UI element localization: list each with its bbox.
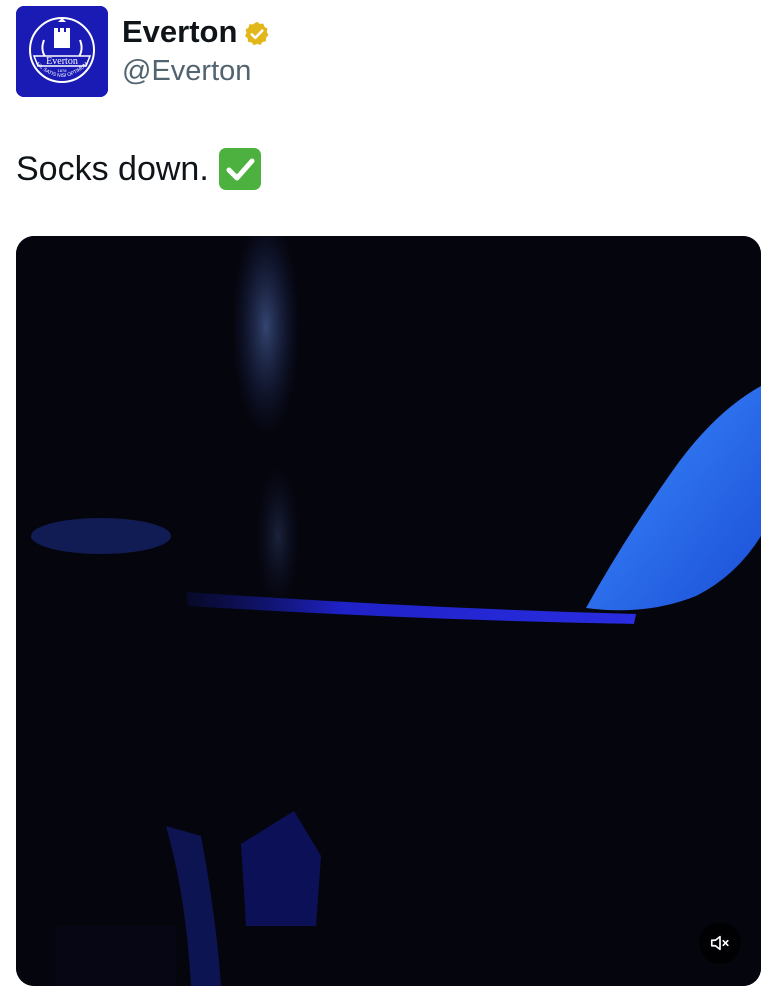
display-name-text[interactable]: Everton (122, 12, 237, 52)
tweet-text-body: Socks down. (16, 150, 209, 188)
mute-toggle-button[interactable] (699, 922, 741, 964)
speaker-muted-icon (710, 935, 729, 951)
video-player[interactable] (16, 236, 761, 986)
avatar[interactable]: Everton 1878 NIL SATIS NISI OPTIMUM (16, 6, 108, 97)
verified-gold-badge-icon[interactable] (243, 18, 271, 46)
svg-text:Everton: Everton (46, 56, 78, 67)
check-mark-button-emoji (218, 148, 261, 190)
everton-crest-icon: Everton 1878 NIL SATIS NISI OPTIMUM (16, 6, 108, 97)
display-name[interactable]: Everton (122, 12, 271, 52)
video-frame[interactable] (16, 236, 761, 986)
svg-text:1878: 1878 (58, 68, 68, 73)
handle[interactable]: @Everton (122, 52, 251, 90)
tweet-text: Socks down. (16, 146, 261, 192)
